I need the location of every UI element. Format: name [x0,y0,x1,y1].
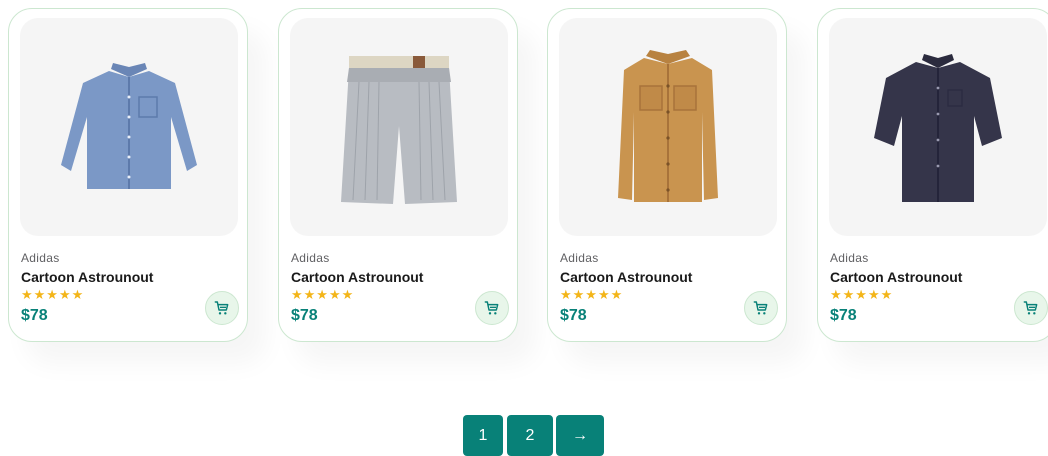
product-card[interactable]: Adidas Cartoon Astrounout ★★★★★ $78 [817,8,1048,342]
product-image[interactable] [290,18,508,236]
product-name[interactable]: Cartoon Astrounout [830,269,962,285]
page-2-button[interactable]: 2 [507,415,553,456]
tan-overshirt-image [618,50,718,202]
next-page-button[interactable]: → [556,415,604,456]
product-price: $78 [21,307,48,324]
page-1-button[interactable]: 1 [463,415,503,456]
add-to-cart-button[interactable] [744,291,778,325]
star-rating: ★★★★★ [560,287,624,302]
product-brand: Adidas [21,251,60,265]
cart-icon [214,301,229,315]
product-price: $78 [291,307,318,324]
add-to-cart-button[interactable] [475,291,509,325]
product-card[interactable]: Adidas Cartoon Astrounout ★★★★★ $78 [278,8,518,342]
product-image[interactable] [559,18,777,236]
product-price: $78 [560,307,587,324]
star-rating: ★★★★★ [830,287,894,302]
cart-icon [753,301,768,315]
product-price: $78 [830,307,857,324]
product-brand: Adidas [291,251,330,265]
product-name[interactable]: Cartoon Astrounout [21,269,153,285]
star-rating: ★★★★★ [21,287,85,302]
product-card[interactable]: Adidas Cartoon Astrounout ★★★★★ $78 [547,8,787,342]
add-to-cart-button[interactable] [205,291,239,325]
blue-shirt-image [61,63,197,189]
navy-shirt-image [874,54,1002,202]
cart-icon [1023,301,1038,315]
product-name[interactable]: Cartoon Astrounout [560,269,692,285]
product-card[interactable]: Adidas Cartoon Astrounout ★★★★★ $78 [8,8,248,342]
product-brand: Adidas [560,251,599,265]
product-brand: Adidas [830,251,869,265]
product-name[interactable]: Cartoon Astrounout [291,269,423,285]
star-rating: ★★★★★ [291,287,355,302]
cart-icon [484,301,499,315]
add-to-cart-button[interactable] [1014,291,1048,325]
product-image[interactable] [829,18,1047,236]
product-image[interactable] [20,18,238,236]
grey-shorts-image [341,56,457,204]
